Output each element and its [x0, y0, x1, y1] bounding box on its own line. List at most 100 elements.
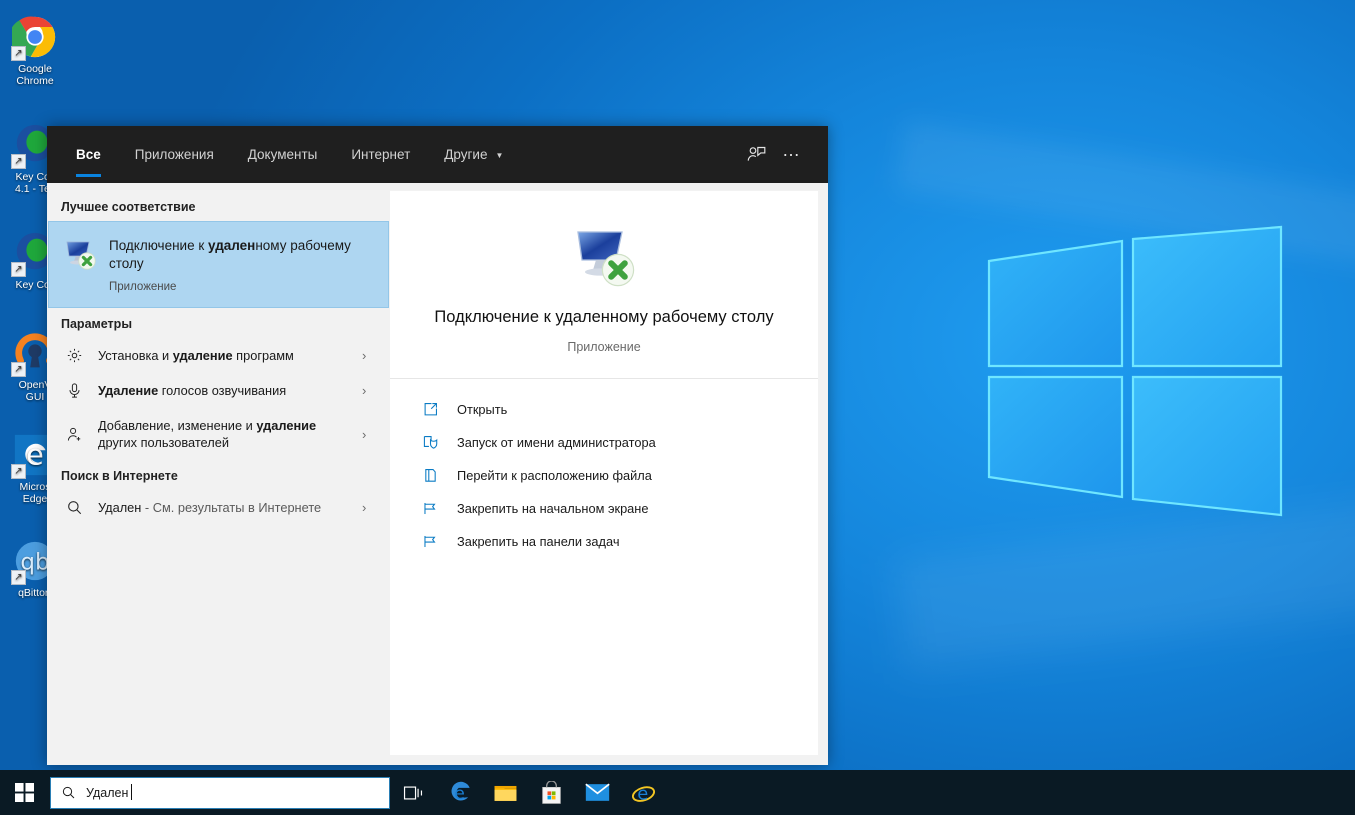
- gear-icon: [63, 347, 85, 364]
- windows-logo-wallpaper: [985, 225, 1285, 525]
- action-open-file-location[interactable]: Перейти к расположению файла: [390, 459, 818, 492]
- feedback-icon: [746, 144, 767, 165]
- folder-location-icon: [420, 467, 440, 484]
- search-icon: [63, 499, 85, 516]
- tab-label: Другие: [444, 147, 487, 162]
- taskbar-search-box[interactable]: Удален: [50, 777, 390, 809]
- action-run-as-administrator[interactable]: Запуск от имени администратора: [390, 426, 818, 459]
- label-highlight: удаление: [173, 348, 233, 363]
- desktop: ↗ GoogleChrome ↗ Key Coll4.1 - Tes ↗ Key…: [0, 0, 1355, 815]
- settings-result-manage-users[interactable]: Добавление, изменение и удаление других …: [47, 408, 390, 460]
- taskbar-internet-explorer[interactable]: e: [620, 770, 666, 815]
- shortcut-arrow-icon: ↗: [11, 46, 26, 61]
- action-pin-to-taskbar[interactable]: Закрепить на панели задач: [390, 525, 818, 558]
- preview-pane: Подключение к удаленному рабочему столу …: [390, 191, 818, 755]
- label-post: голосов озвучивания: [158, 383, 286, 398]
- preview-header: Подключение к удаленному рабочему столу …: [390, 191, 818, 379]
- search-filter-tabs: Все Приложения Документы Интернет Другие…: [59, 126, 520, 183]
- taskbar-file-explorer[interactable]: [482, 770, 528, 815]
- action-pin-to-start[interactable]: Закрепить на начальном экране: [390, 492, 818, 525]
- svg-text:e: e: [454, 784, 465, 804]
- tab-more[interactable]: Другие ▼: [427, 126, 520, 183]
- internet-explorer-icon: e: [631, 780, 656, 805]
- mail-icon: [585, 783, 610, 802]
- open-icon: [420, 401, 440, 418]
- more-options-button[interactable]: …: [774, 137, 810, 173]
- best-match-subtitle: Приложение: [109, 281, 376, 293]
- title-highlight: удален: [208, 238, 255, 253]
- tab-internet[interactable]: Интернет: [334, 126, 427, 183]
- tab-label: Приложения: [135, 147, 214, 162]
- web-search-result[interactable]: Удален - См. результаты в Интернете ›: [47, 490, 390, 525]
- flyout-body: Лучшее соответствие: [47, 183, 828, 765]
- chevron-right-icon: ›: [362, 500, 378, 515]
- shortcut-arrow-icon: ↗: [11, 464, 26, 479]
- feedback-button[interactable]: [738, 137, 774, 173]
- task-view-button[interactable]: [390, 770, 436, 815]
- label-highlight: Удаление: [98, 383, 158, 398]
- result-label: Установка и удаление программ: [98, 347, 349, 364]
- taskbar-microsoft-store[interactable]: [528, 770, 574, 815]
- action-label: Открыть: [457, 402, 507, 417]
- result-label: Удаление голосов озвучивания: [98, 382, 349, 399]
- desktop-icon-google-chrome[interactable]: ↗ GoogleChrome: [2, 14, 68, 87]
- add-user-icon: [63, 426, 85, 443]
- tab-apps[interactable]: Приложения: [118, 126, 231, 183]
- pin-to-taskbar-icon: [420, 533, 440, 550]
- best-match-text: Подключение к удаленному рабочему столу …: [109, 236, 376, 293]
- search-icon: [61, 785, 76, 800]
- desktop-icon-label: GoogleChrome: [2, 63, 68, 87]
- label-post: других пользователей: [98, 435, 229, 450]
- tab-label: Интернет: [351, 147, 410, 162]
- task-view-icon: [402, 783, 424, 803]
- chevron-right-icon: ›: [362, 383, 378, 398]
- start-button[interactable]: [0, 770, 48, 815]
- svg-text:e: e: [26, 438, 44, 472]
- action-label: Перейти к расположению файла: [457, 468, 652, 483]
- taskbar-mail[interactable]: [574, 770, 620, 815]
- chevron-down-icon: ▼: [495, 152, 503, 160]
- action-open[interactable]: Открыть: [390, 393, 818, 426]
- shortcut-arrow-icon: ↗: [11, 154, 26, 169]
- results-pane: Лучшее соответствие: [47, 183, 390, 765]
- google-chrome-icon: ↗: [12, 14, 58, 60]
- shortcut-arrow-icon: ↗: [11, 570, 26, 585]
- result-label: Удален - См. результаты в Интернете: [98, 499, 349, 516]
- tab-all[interactable]: Все: [59, 126, 118, 183]
- shortcut-arrow-icon: ↗: [11, 362, 26, 377]
- group-title-settings: Параметры: [47, 308, 390, 338]
- action-label: Закрепить на начальном экране: [457, 501, 649, 516]
- best-match-result[interactable]: Подключение к удаленному рабочему столу …: [48, 221, 389, 308]
- best-match-title: Подключение к удаленному рабочему столу: [109, 238, 351, 271]
- svg-text:e: e: [637, 784, 648, 805]
- label-pre: Добавление, изменение и: [98, 418, 256, 433]
- label-pre: Установка и: [98, 348, 173, 363]
- hint-text: - См. результаты в Интернете: [141, 500, 321, 515]
- settings-result-uninstall-programs[interactable]: Установка и удаление программ ›: [47, 338, 390, 373]
- search-input[interactable]: Удален: [86, 786, 128, 800]
- file-explorer-icon: [493, 782, 518, 804]
- shield-run-as-admin-icon: [420, 434, 440, 451]
- microsoft-store-icon: [540, 781, 563, 805]
- chevron-right-icon: ›: [362, 427, 378, 442]
- title-prefix: Подключение к: [109, 238, 208, 253]
- tab-documents[interactable]: Документы: [231, 126, 335, 183]
- action-label: Закрепить на панели задач: [457, 534, 620, 549]
- result-label: Добавление, изменение и удаление других …: [98, 417, 349, 451]
- preview-subtitle: Приложение: [420, 340, 788, 354]
- taskbar-microsoft-edge[interactable]: e: [436, 770, 482, 815]
- shortcut-arrow-icon: ↗: [11, 262, 26, 277]
- preview-actions: Открыть Запуск от имени администратора: [390, 379, 818, 558]
- settings-result-remove-voices[interactable]: Удаление голосов озвучивания ›: [47, 373, 390, 408]
- more-options-icon: …: [782, 141, 802, 159]
- query-text: Удален: [98, 500, 141, 515]
- action-label: Запуск от имени администратора: [457, 435, 656, 450]
- remote-desktop-icon: [571, 223, 637, 289]
- search-results-flyout: Все Приложения Документы Интернет Другие…: [47, 126, 828, 765]
- group-title-web-search: Поиск в Интернете: [47, 460, 390, 490]
- preview-title: Подключение к удаленному рабочему столу: [420, 305, 788, 329]
- flyout-header: Все Приложения Документы Интернет Другие…: [47, 126, 828, 183]
- taskbar: Удален e: [0, 770, 1355, 815]
- microsoft-edge-icon: e: [447, 780, 472, 805]
- tab-label: Документы: [248, 147, 318, 162]
